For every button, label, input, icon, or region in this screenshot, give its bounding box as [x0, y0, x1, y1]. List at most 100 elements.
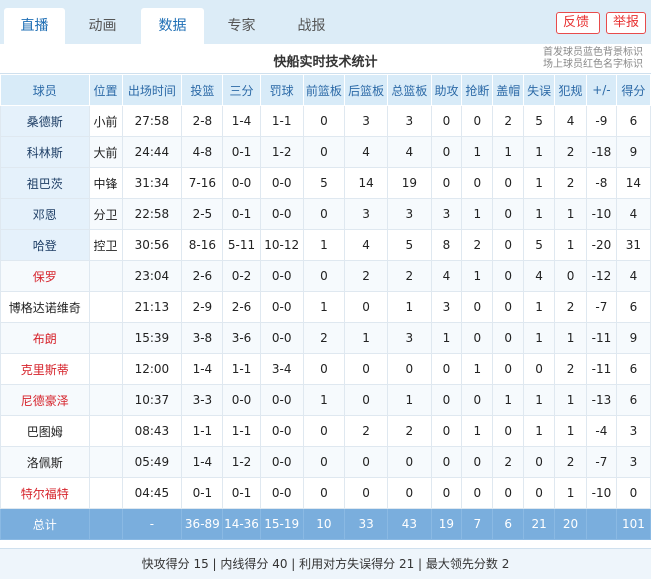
legend-note-starter: 首发球员蓝色背景标识: [543, 47, 643, 58]
stat-cell-stl: 1: [461, 353, 494, 385]
legend-note-on-court: 场上球员红色名字标识: [543, 59, 643, 70]
stat-cell-ft: 0-0: [259, 384, 304, 416]
stat-cell-pf: 2: [554, 136, 587, 168]
stat-cell-tov: 1: [523, 136, 556, 168]
stat-cell-pf: 2: [554, 291, 587, 323]
column-header: 位置: [88, 74, 123, 106]
stat-cell-ast: 0: [430, 136, 463, 168]
stat-cell-oreb: 0: [302, 260, 346, 292]
stat-cell-ast: 3: [430, 291, 463, 323]
stat-cell-ft: 10-12: [259, 229, 304, 261]
stat-cell-tov: 1: [523, 291, 556, 323]
player-name-link[interactable]: 特尔福特: [0, 477, 90, 509]
stat-cell-stl: 0: [461, 167, 494, 199]
player-name-link[interactable]: 博格达诺维奇: [0, 291, 90, 323]
stat-cell-reb: 4: [387, 136, 432, 168]
stat-cell-pm: -4: [585, 415, 617, 447]
tab-report[interactable]: 战报: [280, 8, 343, 44]
stat-cell-pts: 31: [615, 229, 651, 261]
table-row: 布朗 15:39 3-8 3-6 0-0 2 1 3 1 0 0 1 1 -11 9: [0, 322, 651, 354]
player-name-link[interactable]: 保罗: [0, 260, 90, 292]
stats-title-bar: 快船实时技术统计 首发球员蓝色背景标识 场上球员红色名字标识: [0, 44, 651, 74]
player-name-link[interactable]: 祖巴茨: [0, 167, 90, 199]
tab-expert[interactable]: 专家: [210, 8, 273, 44]
tab-animation[interactable]: 动画: [72, 8, 133, 44]
stat-cell-stl: 1: [461, 198, 494, 230]
total-cell: 33: [343, 508, 389, 540]
stat-cell-pos: [88, 260, 123, 292]
stat-cell-pts: 6: [615, 105, 651, 137]
stat-cell-ft: 0-0: [259, 477, 304, 509]
stat-cell-stl: 1: [461, 136, 494, 168]
feedback-button[interactable]: 反馈: [556, 12, 600, 34]
stat-cell-pm: -8: [585, 167, 617, 199]
stat-cell-dreb: 14: [343, 167, 389, 199]
stat-cell-min: 08:43: [121, 415, 183, 447]
column-header: 抢断: [461, 74, 494, 106]
stat-cell-ast: 0: [430, 105, 463, 137]
stat-cell-blk: 2: [492, 105, 525, 137]
stat-cell-pos: [88, 446, 123, 478]
stat-cell-oreb: 0: [302, 353, 346, 385]
player-name-link[interactable]: 克里斯蒂: [0, 353, 90, 385]
stat-cell-stl: 0: [461, 384, 494, 416]
stat-cell-ft: 1-1: [259, 105, 304, 137]
stat-cell-blk: 0: [492, 198, 525, 230]
stat-cell-stl: 1: [461, 415, 494, 447]
stat-cell-min: 05:49: [121, 446, 183, 478]
player-stats-table: 球员 位置 出场时间 投篮 三分 罚球 前篮板 后篮板 总篮板 助攻 抢断 盖帽…: [0, 74, 651, 540]
player-name-link[interactable]: 科林斯: [0, 136, 90, 168]
player-name-link[interactable]: 巴图姆: [0, 415, 90, 447]
stat-cell-dreb: 0: [343, 353, 389, 385]
stat-cell-pm: -11: [585, 322, 617, 354]
stat-cell-tp: 1-1: [222, 353, 261, 385]
stat-cell-min: 21:13: [121, 291, 183, 323]
tab-data[interactable]: 数据: [141, 8, 204, 44]
player-name-link[interactable]: 邓恩: [0, 198, 90, 230]
player-name-link[interactable]: 布朗: [0, 322, 90, 354]
column-header: 助攻: [430, 74, 463, 106]
stat-cell-fg: 7-16: [181, 167, 224, 199]
table-row: 保罗 23:04 2-6 0-2 0-0 0 2 2 4 1 0 4 0 -12 4: [0, 260, 651, 292]
stat-cell-reb: 1: [387, 384, 432, 416]
player-name-link[interactable]: 洛佩斯: [0, 446, 90, 478]
table-row: 科林斯 大前 24:44 4-8 0-1 1-2 0 4 4 0 1 1 1 2 -18 9: [0, 136, 651, 168]
stat-cell-oreb: 0: [302, 198, 346, 230]
stat-cell-ft: 0-0: [259, 446, 304, 478]
stat-cell-tov: 0: [523, 446, 556, 478]
stat-cell-min: 04:45: [121, 477, 183, 509]
player-name-link[interactable]: 桑德斯: [0, 105, 90, 137]
stat-cell-fg: 3-3: [181, 384, 224, 416]
stat-cell-pts: 6: [615, 291, 651, 323]
stat-cell-ft: 0-0: [259, 198, 304, 230]
stat-cell-pos: 小前: [88, 105, 123, 137]
total-cell: [88, 508, 123, 540]
stat-cell-blk: 0: [492, 229, 525, 261]
stat-cell-reb: 2: [387, 415, 432, 447]
stat-cell-pm: -7: [585, 291, 617, 323]
tab-live[interactable]: 直播: [4, 8, 65, 44]
stat-cell-fg: 4-8: [181, 136, 224, 168]
stat-cell-dreb: 4: [343, 136, 389, 168]
report-button[interactable]: 举报: [606, 12, 646, 34]
player-name-link[interactable]: 哈登: [0, 229, 90, 261]
stat-cell-fg: 8-16: [181, 229, 224, 261]
stat-cell-pm: -13: [585, 384, 617, 416]
player-name-link[interactable]: 尼德豪泽: [0, 384, 90, 416]
stat-cell-ast: 3: [430, 198, 463, 230]
stat-cell-tp: 0-1: [222, 136, 261, 168]
stat-cell-pm: -11: [585, 353, 617, 385]
total-cell: 6: [492, 508, 525, 540]
stat-cell-fg: 2-8: [181, 105, 224, 137]
column-header: 三分: [222, 74, 261, 106]
stat-cell-ft: 1-2: [259, 136, 304, 168]
total-cell: 10: [302, 508, 346, 540]
stat-cell-pts: 3: [615, 446, 651, 478]
stat-cell-ft: 0-0: [259, 415, 304, 447]
stat-cell-oreb: 0: [302, 415, 346, 447]
stat-cell-pm: -9: [585, 105, 617, 137]
stat-cell-tp: 2-6: [222, 291, 261, 323]
stat-cell-fg: 1-4: [181, 353, 224, 385]
total-cell: 20: [554, 508, 587, 540]
stat-cell-tp: 0-1: [222, 477, 261, 509]
